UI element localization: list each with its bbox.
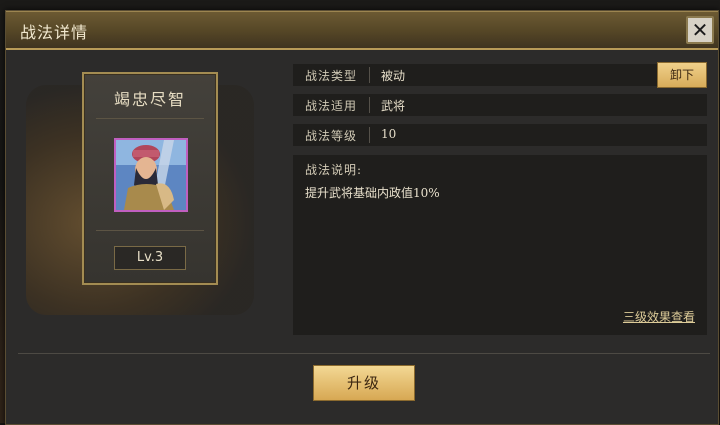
- level3-effect-link[interactable]: 三级效果查看: [623, 308, 695, 325]
- info-value: 被动: [381, 69, 406, 83]
- info-label: 战法适用: [305, 99, 358, 113]
- info-row-applicable: 战法适用 武将: [293, 94, 707, 116]
- portrait-image: [116, 140, 186, 210]
- dialog-title: 战法详情: [20, 23, 89, 42]
- general-portrait: [114, 138, 188, 212]
- info-separator: [369, 67, 370, 83]
- title-bar: 战法详情 ✕: [6, 11, 718, 50]
- info-separator: [369, 97, 370, 113]
- skill-name: 竭忠尽智: [113, 90, 186, 109]
- info-row-type: 战法类型 被动 卸下: [293, 62, 707, 88]
- info-row-level: 战法等级 10: [293, 124, 707, 146]
- close-icon: ✕: [691, 18, 709, 42]
- unequip-button[interactable]: 卸下: [657, 62, 707, 88]
- card-divider: [96, 230, 204, 231]
- close-button[interactable]: ✕: [686, 16, 714, 44]
- upgrade-button[interactable]: 升级: [313, 365, 415, 401]
- info-value: 10: [381, 127, 397, 141]
- info-label: 战法类型: [305, 69, 358, 83]
- footer-divider: [18, 353, 710, 354]
- skill-card: 竭忠尽智 Lv.3: [82, 72, 218, 285]
- skill-detail-dialog: 战法详情 ✕ 竭忠尽智 Lv.3 战法类型 被动 卸下 战法适用 武将 战法等级…: [5, 10, 719, 425]
- card-divider: [96, 118, 204, 119]
- skill-level-badge: Lv.3: [114, 246, 186, 270]
- info-value: 武将: [381, 99, 406, 113]
- description-title: 战法说明:: [305, 163, 363, 177]
- description-text: 提升武将基础内政值10%: [305, 186, 440, 200]
- info-label: 战法等级: [305, 129, 358, 143]
- info-separator: [369, 127, 370, 143]
- description-panel: 战法说明: 提升武将基础内政值10% 三级效果查看: [293, 155, 707, 335]
